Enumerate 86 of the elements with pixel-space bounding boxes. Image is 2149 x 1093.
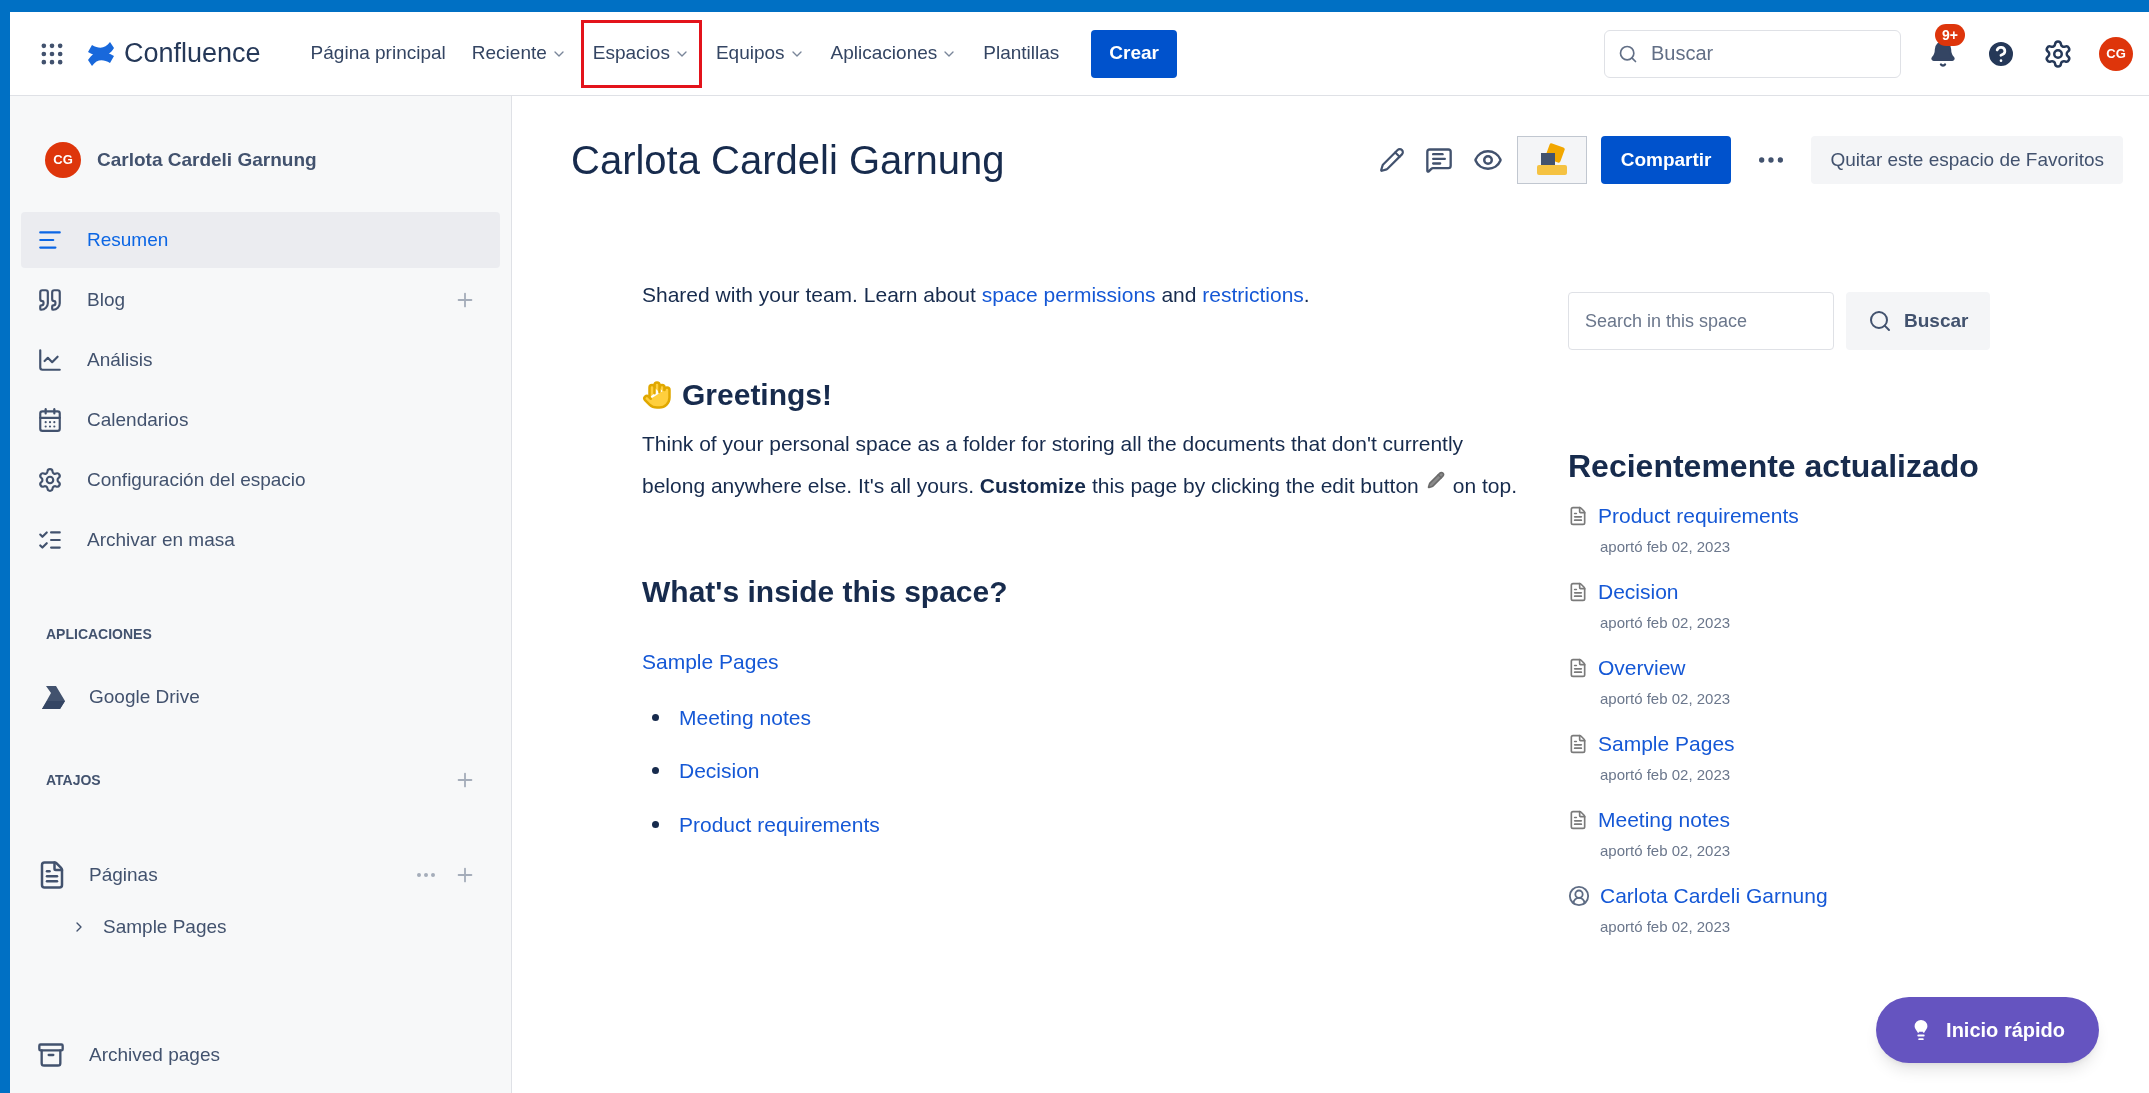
- sidebar-item[interactable]: Google Drive: [21, 669, 500, 725]
- updated-date: aportó feb 02, 2023: [1600, 688, 1732, 709]
- recent-link[interactable]: Decision: [1598, 576, 1679, 608]
- space-name: Carlota Cardeli Garnung: [97, 147, 317, 172]
- updated-date: aportó feb 02, 2023: [1600, 916, 1732, 937]
- edit-icon[interactable]: [1378, 147, 1405, 173]
- recent-link[interactable]: Meeting notes: [1598, 804, 1730, 836]
- sidebar-item[interactable]: Calendarios: [21, 392, 500, 448]
- sidebar-item-label: Páginas: [89, 862, 159, 887]
- recent-link[interactable]: Product requirements: [1598, 500, 1799, 532]
- new-feature-button[interactable]: [1516, 136, 1587, 184]
- recent-link[interactable]: Carlota Cardeli Garnung: [1600, 880, 1828, 912]
- sidebar-item-label: Google Drive: [89, 684, 200, 709]
- create-button[interactable]: Crear: [1091, 29, 1177, 78]
- text-link[interactable]: Sample Pages: [642, 646, 779, 678]
- chart-icon: [37, 347, 63, 373]
- comment-icon[interactable]: [1424, 146, 1453, 174]
- app-name: Confluence: [124, 37, 261, 71]
- search-button[interactable]: Buscar: [1846, 292, 1991, 350]
- sidebar-item[interactable]: Archived pages: [21, 1027, 500, 1083]
- search-field[interactable]: Buscar: [1604, 29, 1901, 78]
- sidebar-item-label: Blog: [87, 287, 127, 312]
- share-button[interactable]: Compartir: [1600, 136, 1732, 184]
- sidebar-item-label: Archivar en masa: [87, 527, 236, 552]
- nav-menu-item[interactable]: Aplicaciones: [818, 19, 970, 88]
- nav-menu-item[interactable]: Espacios: [580, 19, 702, 88]
- sidebar-item[interactable]: Análisis: [21, 332, 500, 388]
- sidebar-item-label: Archived pages: [89, 1042, 220, 1067]
- notification-badge: 9+: [1935, 23, 1965, 46]
- sidebar-item[interactable]: Resumen: [21, 212, 500, 268]
- recent-link[interactable]: Sample Pages: [1598, 728, 1735, 760]
- nav-menu-item[interactable]: Equipos: [703, 19, 817, 88]
- avatar[interactable]: CG: [45, 142, 81, 178]
- new-sticker-icon: [1534, 143, 1569, 177]
- document-icon: [1568, 733, 1588, 754]
- section-heading: ATAJOS: [46, 770, 102, 790]
- section-heading: APLICACIONES: [45, 625, 153, 644]
- avatar[interactable]: CG: [2099, 36, 2133, 71]
- section-heading: What's inside this space?: [642, 574, 1009, 610]
- document-icon: [1568, 809, 1588, 830]
- recent-link[interactable]: Overview: [1598, 652, 1686, 684]
- search-icon: [1868, 309, 1892, 333]
- text-link[interactable]: Decision: [679, 755, 760, 787]
- bullet: [652, 713, 659, 721]
- pencil-icon: [1426, 471, 1445, 489]
- intro-text: Shared with your team. Learn about space permissions and restrictions.: [642, 282, 1311, 308]
- sidebar-item[interactable]: Configuración del espacio: [21, 452, 500, 508]
- section-heading: Greetings!: [682, 377, 833, 413]
- bullet: [652, 767, 659, 775]
- favorite-button[interactable]: Quitar este espacio de Favoritos: [1811, 136, 2123, 184]
- updated-date: aportó feb 02, 2023: [1600, 764, 1732, 785]
- waving-hand-icon: [642, 379, 672, 410]
- document-icon: [1568, 657, 1588, 678]
- greeting-paragraph: Think of your personal space as a folder for storing all the documents that don't currently belong anywhere else. It's all yours. Customize this page by clicking the edit button on top.: [642, 431, 1518, 499]
- bullet: [652, 820, 659, 828]
- tree-item-label: Sample Pages: [103, 914, 227, 939]
- document-icon: [1568, 581, 1588, 602]
- settings-icon[interactable]: [2043, 38, 2073, 69]
- page-title: Carlota Cardeli Garnung: [571, 137, 1006, 184]
- sidebar-item-label: Configuración del espacio: [87, 467, 307, 492]
- sidebar-item-label: Resumen: [87, 227, 170, 252]
- text-link[interactable]: Meeting notes: [679, 701, 811, 733]
- updated-date: aportó feb 02, 2023: [1600, 536, 1732, 557]
- nav-menu-item[interactable]: Página principal: [298, 19, 458, 88]
- updated-date: aportó feb 02, 2023: [1600, 612, 1732, 633]
- quote-icon: [37, 287, 63, 313]
- text-link[interactable]: space permissions: [981, 283, 1156, 306]
- text-link[interactable]: restrictions: [1202, 283, 1304, 306]
- sidebar-item-label: Análisis: [87, 347, 154, 372]
- sidebar-item-label: Calendarios: [87, 407, 190, 432]
- document-icon: [1568, 505, 1588, 526]
- section-heading: Recientemente actualizado: [1568, 447, 1980, 486]
- updated-date: aportó feb 02, 2023: [1600, 840, 1732, 861]
- tree-item[interactable]: Sample Pages: [21, 903, 500, 951]
- quick-start-button[interactable]: Inicio rápido: [1876, 997, 2099, 1063]
- text-link[interactable]: Product requirements: [679, 808, 880, 840]
- search-icon: [1618, 43, 1638, 64]
- sidebar-item[interactable]: Blog: [21, 272, 500, 328]
- settings-icon: [37, 467, 63, 493]
- nav-menu-item[interactable]: Reciente: [459, 19, 579, 88]
- space-search-field[interactable]: Search in this space: [1568, 292, 1834, 350]
- archive-icon: [37, 1041, 65, 1069]
- calendar-icon: [37, 407, 63, 433]
- nav-menu-item[interactable]: Plantillas: [971, 19, 1072, 88]
- sidebar-item[interactable]: Archivar en masa: [21, 512, 500, 568]
- person-icon: [1568, 884, 1590, 907]
